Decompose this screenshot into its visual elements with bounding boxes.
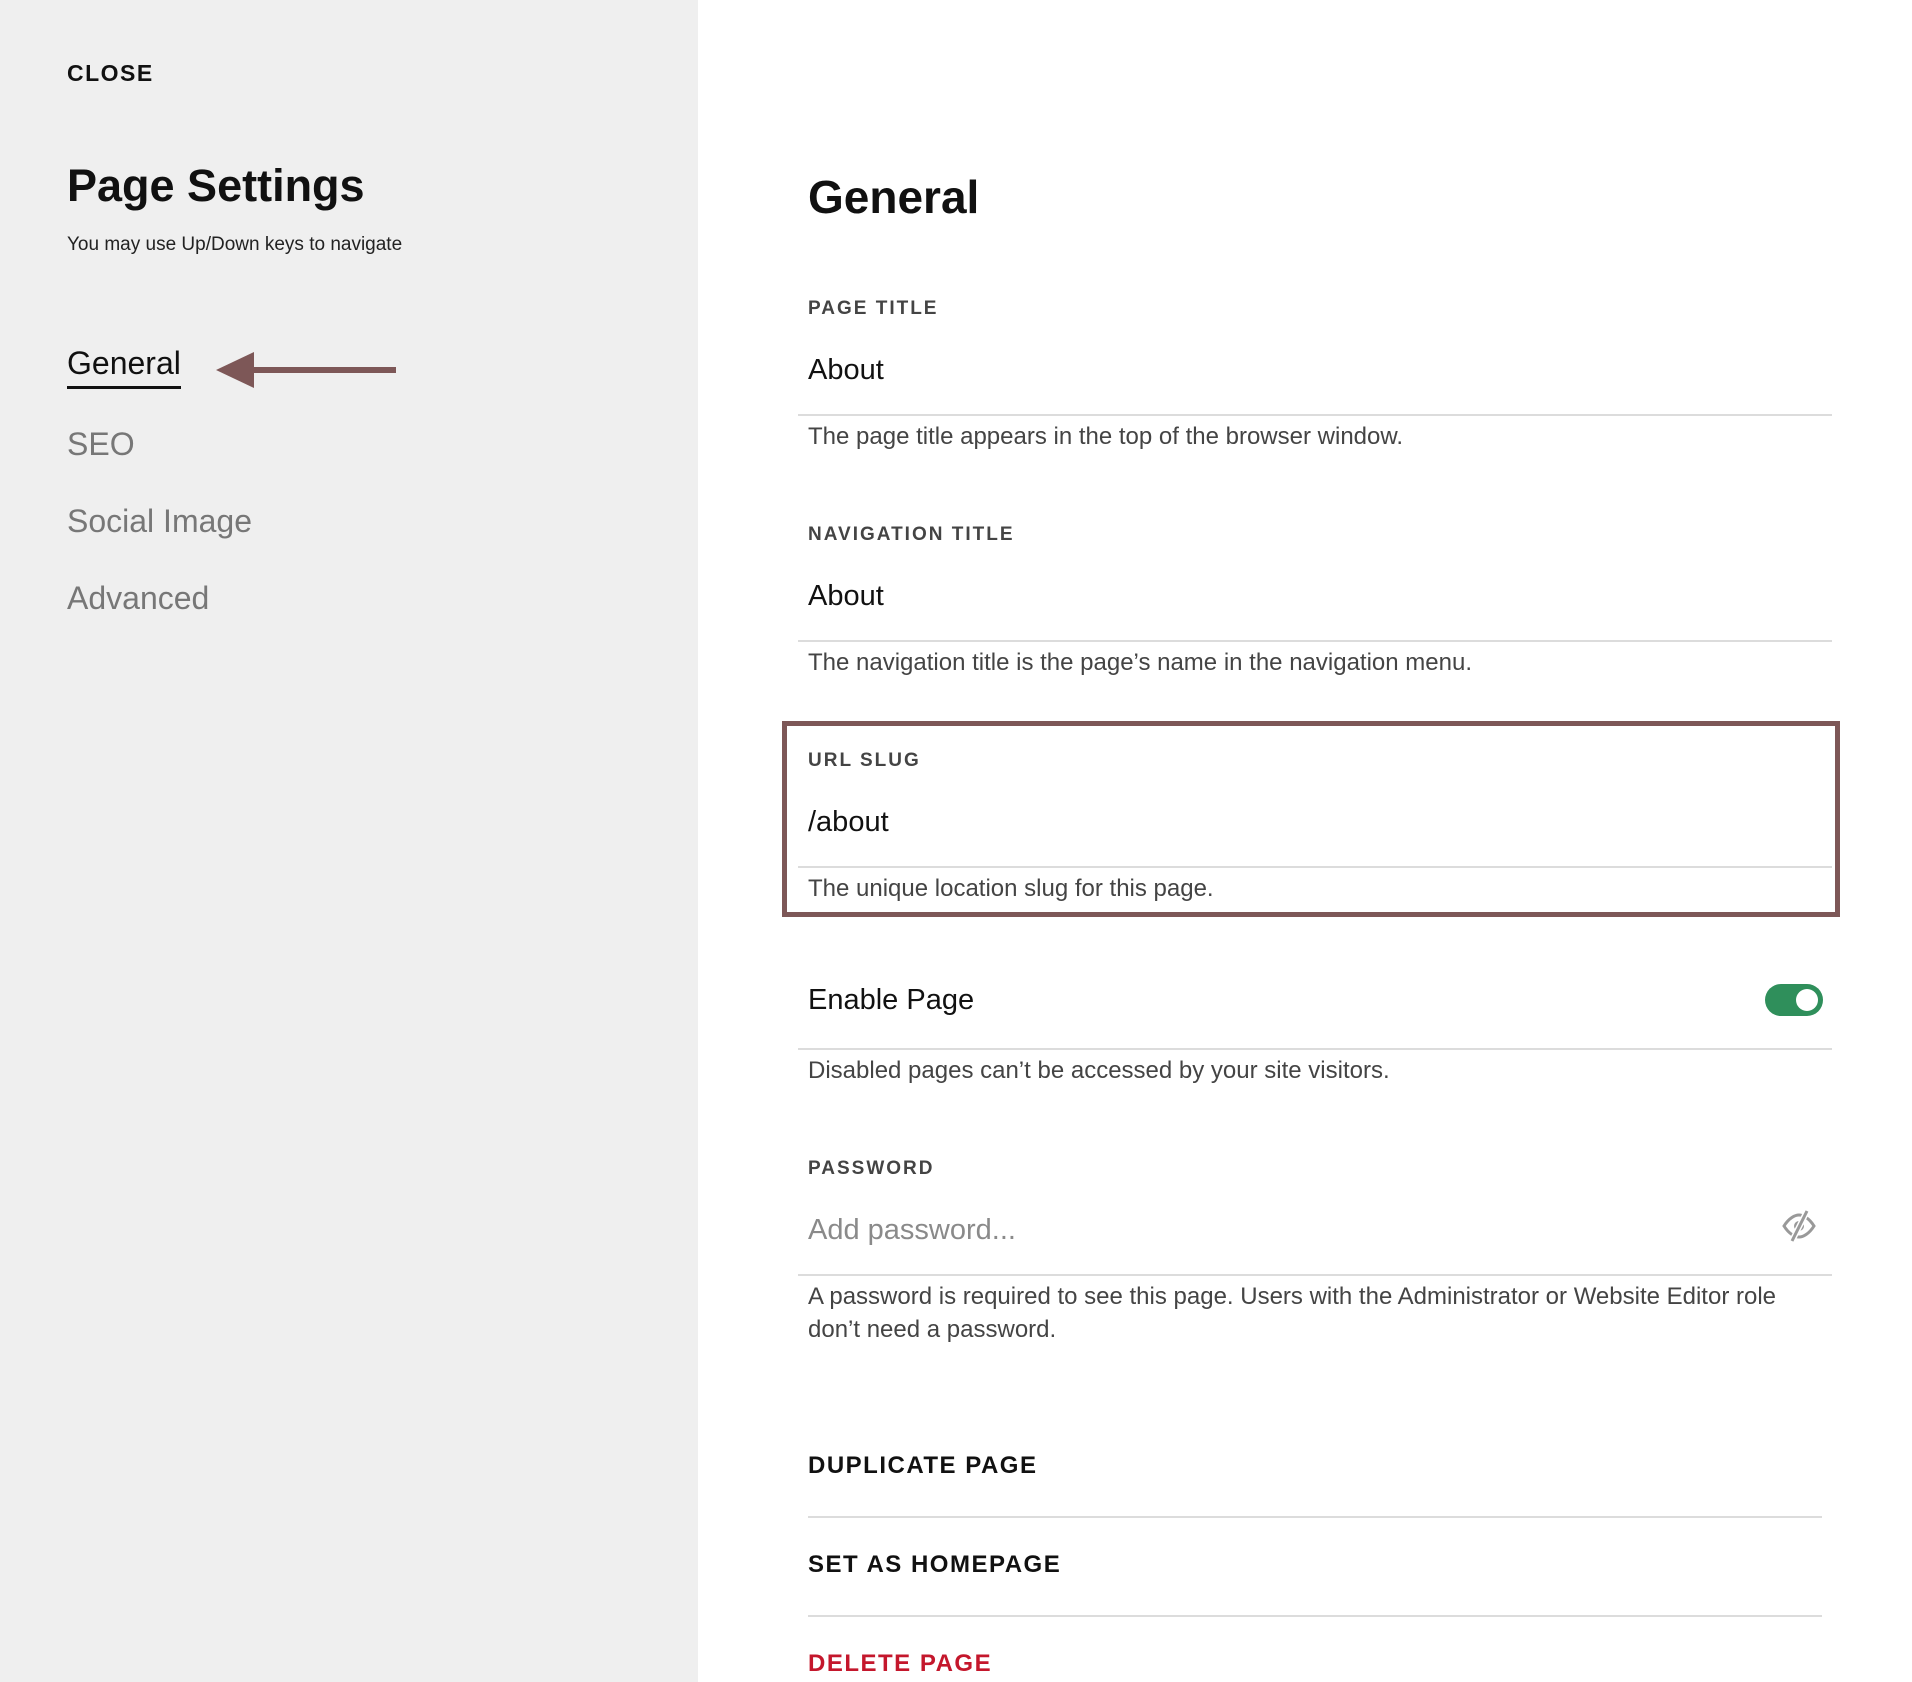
enable-page-label: Enable Page (808, 984, 975, 1016)
nav-item-advanced[interactable]: Advanced (67, 580, 209, 617)
duplicate-page-button[interactable]: DUPLICATE PAGE (808, 1452, 1037, 1480)
page-title-input[interactable] (808, 350, 1708, 390)
enable-page-toggle[interactable] (1765, 984, 1823, 1016)
close-button[interactable]: CLOSE (67, 60, 154, 87)
url-slug-input[interactable] (808, 802, 1708, 842)
divider (808, 1516, 1822, 1518)
password-label: PASSWORD (808, 1158, 935, 1179)
navigation-title-input[interactable] (808, 576, 1708, 616)
delete-page-button[interactable]: DELETE PAGE (808, 1650, 992, 1678)
toggle-knob (1796, 989, 1818, 1011)
divider (808, 1615, 1822, 1617)
nav-item-general[interactable]: General (67, 345, 181, 389)
nav-item-seo[interactable]: SEO (67, 426, 135, 463)
sidebar-title: Page Settings (67, 160, 365, 211)
navigation-hint: You may use Up/Down keys to navigate (67, 234, 403, 255)
sidebar: CLOSE Page Settings You may use Up/Down … (0, 0, 698, 1682)
divider (798, 1274, 1832, 1276)
navigation-title-label: NAVIGATION TITLE (808, 524, 1015, 545)
divider (798, 640, 1832, 642)
divider (798, 1048, 1832, 1050)
eye-off-icon[interactable] (1781, 1208, 1817, 1244)
page-title-label: PAGE TITLE (808, 298, 939, 319)
settings-content: General PAGE TITLE The page title appear… (698, 0, 1912, 1682)
url-slug-label: URL SLUG (808, 750, 921, 771)
section-title: General (808, 171, 980, 223)
nav-item-social-image[interactable]: Social Image (67, 503, 252, 540)
enable-page-help: Disabled pages can’t be accessed by your… (808, 1057, 1390, 1084)
password-input[interactable] (808, 1210, 1708, 1250)
page-title-help: The page title appears in the top of the… (808, 423, 1404, 450)
set-as-homepage-button[interactable]: SET AS HOMEPAGE (808, 1551, 1061, 1579)
divider (798, 866, 1832, 868)
page-settings-panel: CLOSE Page Settings You may use Up/Down … (0, 0, 1912, 1682)
url-slug-help: The unique location slug for this page. (808, 875, 1214, 902)
password-help: A password is required to see this page.… (808, 1283, 1777, 1343)
navigation-title-help: The navigation title is the page’s name … (808, 649, 1472, 676)
left-arrow-icon (216, 352, 396, 388)
divider (798, 414, 1832, 416)
